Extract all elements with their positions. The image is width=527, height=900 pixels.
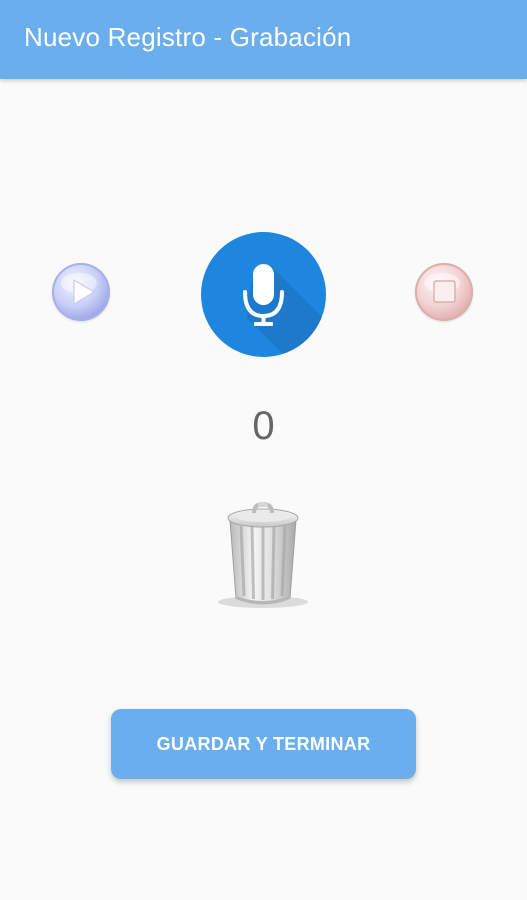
stop-button[interactable] (415, 263, 473, 321)
trash-can-icon (218, 501, 308, 608)
play-icon (61, 273, 97, 306)
stop-icon (424, 273, 460, 303)
app-bar: Nuevo Registro - Grabación (0, 0, 527, 79)
play-button[interactable] (52, 263, 110, 321)
recording-screen: Nuevo Registro - Grabación 0 GUARDAR Y T… (0, 0, 527, 900)
recording-counter: 0 (252, 404, 275, 448)
microphone-icon (243, 264, 326, 357)
record-button[interactable] (201, 232, 326, 357)
delete-recording-button[interactable] (214, 498, 312, 619)
save-and-finish-button[interactable]: GUARDAR Y TERMINAR (111, 709, 416, 779)
page-title: Nuevo Registro - Grabación (24, 22, 352, 52)
save-and-finish-label: GUARDAR Y TERMINAR (156, 733, 371, 754)
